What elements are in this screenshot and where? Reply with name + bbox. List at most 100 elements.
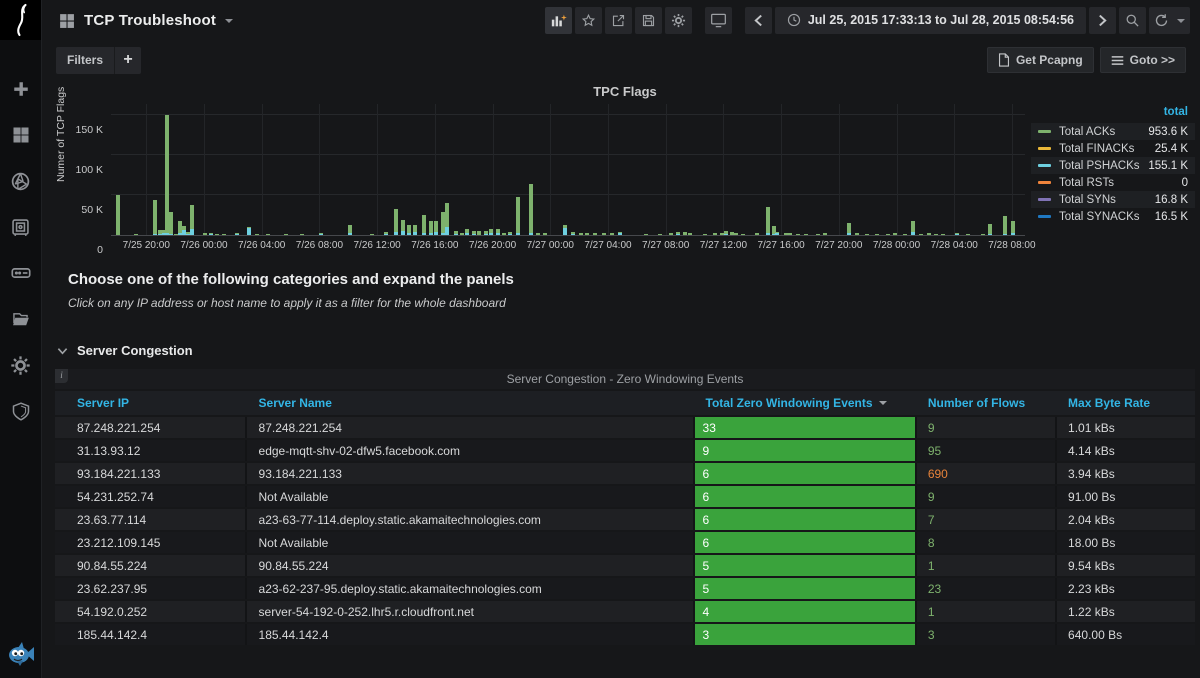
server-name-cell[interactable]: a23-63-77-114.deploy.static.akamaitechno… bbox=[247, 509, 695, 530]
legend-series-label[interactable]: Total FINACKs bbox=[1059, 143, 1155, 155]
legend-series-label[interactable]: Total ACKs bbox=[1059, 126, 1148, 138]
folder-open-icon[interactable] bbox=[10, 308, 32, 330]
save-button[interactable] bbox=[635, 7, 662, 34]
legend-series-total: 16.8 K bbox=[1155, 194, 1188, 206]
tv-mode-button[interactable] bbox=[705, 7, 732, 34]
server-ip-cell[interactable]: 54.231.252.74 bbox=[55, 486, 247, 507]
fish-mascot-icon[interactable] bbox=[7, 642, 35, 666]
server-name-cell[interactable]: a23-62-237-95.deploy.static.akamaitechno… bbox=[247, 578, 695, 599]
ack-segment bbox=[536, 233, 540, 235]
page-title: TCP Troubleshoot bbox=[84, 12, 216, 29]
events-cell: 6 bbox=[695, 486, 917, 507]
rate-cell: 4.14 kBs bbox=[1057, 440, 1195, 461]
grid-line bbox=[146, 104, 147, 235]
time-range-picker[interactable]: Jul 25, 2015 17:33:13 to Jul 28, 2015 08… bbox=[775, 7, 1086, 34]
server-ip-cell[interactable]: 54.192.0.252 bbox=[55, 601, 247, 622]
aperture-icon[interactable] bbox=[10, 170, 32, 192]
server-ip-cell[interactable]: 23.63.77.114 bbox=[55, 509, 247, 530]
server-ip-cell[interactable]: 87.248.221.254 bbox=[55, 417, 247, 438]
legend-swatch-icon bbox=[1038, 215, 1051, 218]
get-pcapng-button[interactable]: Get Pcapng bbox=[987, 47, 1094, 73]
time-back-button[interactable] bbox=[745, 7, 772, 34]
goto-button[interactable]: Goto >> bbox=[1100, 47, 1186, 73]
ack-segment bbox=[394, 209, 398, 231]
panel-title[interactable]: TPC Flags bbox=[55, 84, 1195, 102]
filters-chip[interactable]: Filters bbox=[56, 47, 114, 74]
refresh-icon bbox=[1154, 13, 1169, 28]
safe-vault-icon[interactable] bbox=[10, 216, 32, 238]
server-ip-cell[interactable]: 93.184.221.133 bbox=[55, 463, 247, 484]
chart-bar bbox=[247, 227, 251, 235]
server-name-cell[interactable]: 90.84.55.224 bbox=[247, 555, 695, 576]
chart-bar bbox=[724, 231, 728, 235]
pshack-segment bbox=[422, 233, 426, 235]
pshack-segment bbox=[571, 234, 575, 235]
panel-info-icon[interactable]: i bbox=[55, 369, 68, 383]
legend-series-total: 25.4 K bbox=[1155, 143, 1188, 155]
pshack-segment bbox=[766, 233, 770, 235]
grid-line bbox=[493, 104, 494, 235]
dashboard-title-dropdown[interactable]: TCP Troubleshoot bbox=[58, 12, 233, 29]
events-value: 6 bbox=[695, 532, 915, 553]
chart-bar bbox=[875, 234, 879, 235]
rate-cell: 9.54 kBs bbox=[1057, 555, 1195, 576]
flows-cell: 23 bbox=[917, 578, 1057, 599]
legend-series-label[interactable]: Total SYNACKs bbox=[1059, 211, 1155, 223]
legend-row: Total ACKs953.6 K bbox=[1031, 123, 1195, 140]
server-name-cell[interactable]: edge-mqtt-shv-02-dfw5.facebook.com bbox=[247, 440, 695, 461]
shield-icon[interactable] bbox=[10, 400, 32, 422]
legend-series-label[interactable]: Total SYNs bbox=[1059, 194, 1155, 206]
server-ip-cell[interactable]: 23.212.109.145 bbox=[55, 532, 247, 553]
events-cell: 6 bbox=[695, 532, 917, 553]
settings-button[interactable] bbox=[665, 7, 692, 34]
server-ip-cell[interactable]: 185.44.142.4 bbox=[55, 624, 247, 645]
chart-bar bbox=[585, 233, 589, 235]
server-ip-cell[interactable]: 31.13.93.12 bbox=[55, 440, 247, 461]
server-name-cell[interactable]: Not Available bbox=[247, 532, 695, 553]
chart-bar bbox=[755, 233, 759, 235]
grid-line bbox=[111, 194, 1025, 195]
star-button[interactable] bbox=[575, 7, 602, 34]
add-plus-icon[interactable] bbox=[10, 78, 32, 100]
server-name-cell[interactable]: server-54-192-0-252.lhr5.r.cloudfront.ne… bbox=[247, 601, 695, 622]
legend-series-label[interactable]: Total PSHACKs bbox=[1059, 160, 1148, 172]
add-panel-button[interactable] bbox=[545, 7, 572, 34]
y-tick-label: 0 bbox=[97, 244, 103, 256]
ack-segment bbox=[543, 233, 547, 235]
server-ip-cell[interactable]: 23.62.237.95 bbox=[55, 578, 247, 599]
table-panel-title[interactable]: Server Congestion - Zero Windowing Event… bbox=[55, 369, 1195, 389]
column-header-c4[interactable]: Number of Flows bbox=[917, 396, 1057, 410]
plot-area[interactable] bbox=[111, 104, 1025, 236]
server-name-cell[interactable]: 185.44.142.4 bbox=[247, 624, 695, 645]
server-name-cell[interactable]: 93.184.221.133 bbox=[247, 463, 695, 484]
gear-icon[interactable] bbox=[10, 354, 32, 376]
pshack-segment bbox=[1011, 233, 1015, 235]
column-header-c3[interactable]: Total Zero Windowing Events bbox=[695, 396, 917, 410]
server-ip-cell[interactable]: 90.84.55.224 bbox=[55, 555, 247, 576]
grid-line bbox=[608, 104, 609, 235]
pshack-segment bbox=[988, 234, 992, 235]
x-tick-label: 7/27 16:00 bbox=[757, 240, 804, 251]
dashboards-grid-icon[interactable] bbox=[10, 124, 32, 146]
column-header-c1[interactable]: Server IP bbox=[55, 396, 247, 410]
flows-cell: 9 bbox=[917, 486, 1057, 507]
share-button[interactable] bbox=[605, 7, 632, 34]
add-filter-button[interactable]: + bbox=[114, 47, 141, 74]
pshack-segment bbox=[153, 234, 157, 235]
legend-series-label[interactable]: Total RSTs bbox=[1059, 177, 1182, 189]
server-disk-icon[interactable] bbox=[10, 262, 32, 284]
pshack-segment bbox=[413, 232, 417, 235]
time-forward-button[interactable] bbox=[1089, 7, 1116, 34]
app-logo[interactable] bbox=[0, 0, 41, 40]
ack-segment bbox=[116, 195, 120, 235]
row-server-congestion[interactable]: Server Congestion bbox=[57, 343, 193, 358]
refresh-button[interactable] bbox=[1149, 7, 1190, 34]
server-name-cell[interactable]: Not Available bbox=[247, 486, 695, 507]
server-name-cell[interactable]: 87.248.221.254 bbox=[247, 417, 695, 438]
zoom-out-button[interactable] bbox=[1119, 7, 1146, 34]
legend-total-header[interactable]: total bbox=[1031, 106, 1195, 123]
column-header-c2[interactable]: Server Name bbox=[247, 396, 695, 410]
column-header-c5[interactable]: Max Byte Rate bbox=[1057, 396, 1195, 410]
ack-segment bbox=[804, 234, 808, 235]
ack-segment bbox=[516, 197, 520, 233]
